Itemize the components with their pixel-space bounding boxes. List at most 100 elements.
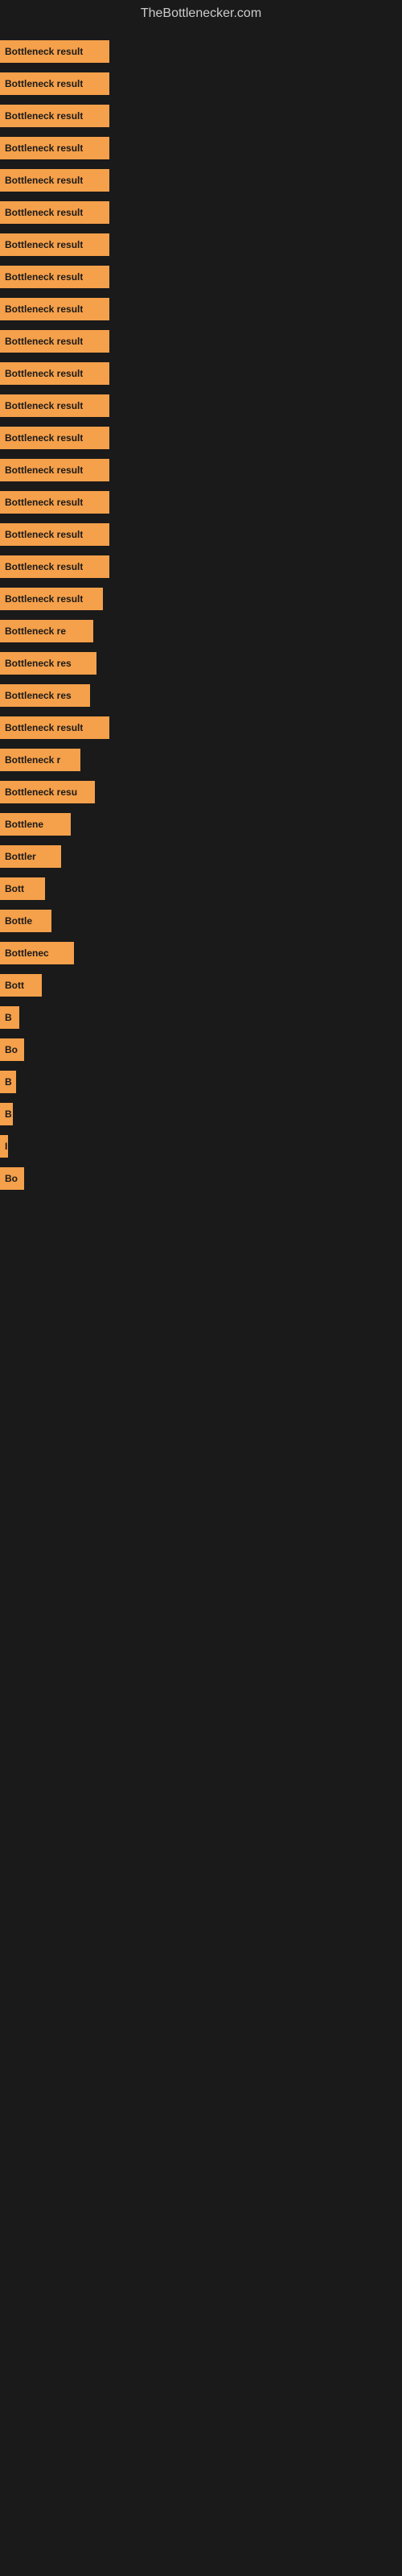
bottleneck-bar: Bottlene (0, 813, 71, 836)
bottleneck-bar: Bott (0, 877, 45, 900)
bottleneck-bar: Bottleneck result (0, 201, 109, 224)
bar-row: Bottleneck result (0, 551, 402, 583)
bar-row: Bottleneck result (0, 164, 402, 196)
bar-label: Bottleneck r (5, 754, 60, 766)
bar-label: I (5, 1141, 7, 1152)
bar-row: Bottleneck result (0, 325, 402, 357)
bottleneck-bar: Bottleneck result (0, 72, 109, 95)
bar-row: I (0, 1130, 402, 1162)
bar-row: Bottleneck result (0, 518, 402, 551)
bar-row: Bottleneck resu (0, 776, 402, 808)
bar-label: Bottleneck result (5, 239, 83, 250)
bottleneck-bar: Bottleneck result (0, 459, 109, 481)
bottleneck-bar: Bottleneck res (0, 684, 90, 707)
bar-row: Bottleneck res (0, 647, 402, 679)
bar-label: B (5, 1108, 12, 1120)
bottleneck-bar: Bott (0, 974, 42, 997)
bar-row: Bottleneck result (0, 486, 402, 518)
bar-row: Bottleneck result (0, 390, 402, 422)
bar-row: Bottleneck result (0, 422, 402, 454)
bar-row: Bottler (0, 840, 402, 873)
bar-row: Bottleneck result (0, 229, 402, 261)
bar-row: Bottlene (0, 808, 402, 840)
bottleneck-bar: Bottleneck resu (0, 781, 95, 803)
bar-row: B (0, 1066, 402, 1098)
bottleneck-bar: Bottleneck result (0, 40, 109, 63)
bars-container: Bottleneck result Bottleneck result Bottle… (0, 27, 402, 1203)
bar-label: Bottleneck result (5, 497, 83, 508)
bottleneck-bar: Bottleneck result (0, 491, 109, 514)
bar-label: Bottlene (5, 819, 43, 830)
bar-label: Bottleneck result (5, 271, 83, 283)
bar-label: Bott (5, 883, 24, 894)
bar-label: Bottleneck result (5, 303, 83, 315)
bottleneck-bar: B (0, 1071, 16, 1093)
bottleneck-bar: Bottleneck result (0, 427, 109, 449)
bar-row: Bo (0, 1162, 402, 1195)
bar-label: Bottle (5, 915, 32, 927)
bar-label: Bottleneck res (5, 690, 72, 701)
site-title: TheBottlenecker.com (0, 0, 402, 27)
bottleneck-bar: Bottle (0, 910, 51, 932)
bar-row: Bottleneck result (0, 293, 402, 325)
bar-row: Bottleneck result (0, 712, 402, 744)
bottleneck-bar: Bottlenec (0, 942, 74, 964)
bar-label: Bottleneck result (5, 110, 83, 122)
bar-row: Bo (0, 1034, 402, 1066)
bottleneck-bar: Bo (0, 1167, 24, 1190)
bottleneck-bar: Bottleneck re (0, 620, 93, 642)
bar-label: B (5, 1076, 12, 1088)
bar-row: Bott (0, 873, 402, 905)
bar-row: B (0, 1001, 402, 1034)
bar-label: Bottleneck result (5, 46, 83, 57)
bar-label: Bottleneck result (5, 142, 83, 154)
bar-row: Bottleneck re (0, 615, 402, 647)
bottleneck-bar: Bottleneck result (0, 298, 109, 320)
bar-label: Bottleneck result (5, 561, 83, 572)
bar-label: Bottleneck result (5, 175, 83, 186)
bar-label: Bottleneck result (5, 78, 83, 89)
bar-row: Bottleneck result (0, 68, 402, 100)
bar-row: Bottleneck res (0, 679, 402, 712)
bar-label: Bottleneck resu (5, 786, 77, 798)
bar-row: Bottleneck result (0, 35, 402, 68)
bottleneck-bar: I (0, 1135, 8, 1158)
bar-label: Bottleneck result (5, 529, 83, 540)
bar-label: Bottleneck result (5, 432, 83, 444)
bottleneck-bar: Bottleneck result (0, 233, 109, 256)
bar-label: Bottleneck res (5, 658, 72, 669)
bar-label: Bott (5, 980, 24, 991)
bar-label: Bottleneck result (5, 400, 83, 411)
bottleneck-bar: Bottleneck r (0, 749, 80, 771)
bottleneck-bar: Bottleneck result (0, 266, 109, 288)
bar-row: Bott (0, 969, 402, 1001)
bar-label: Bottleneck result (5, 464, 83, 476)
bar-label: B (5, 1012, 12, 1023)
bar-row: Bottleneck r (0, 744, 402, 776)
bottleneck-bar: Bottleneck result (0, 105, 109, 127)
bar-row: Bottleneck result (0, 132, 402, 164)
bottleneck-bar: Bottleneck result (0, 394, 109, 417)
bottleneck-bar: Bottleneck result (0, 588, 103, 610)
bar-label: Bottleneck re (5, 625, 66, 637)
bar-row: Bottleneck result (0, 454, 402, 486)
bar-label: Bottlenec (5, 947, 49, 959)
bar-label: Bottler (5, 851, 36, 862)
bar-row: Bottleneck result (0, 357, 402, 390)
bar-row: Bottleneck result (0, 196, 402, 229)
bar-row: Bottleneck result (0, 100, 402, 132)
bar-label: Bottleneck result (5, 207, 83, 218)
bottleneck-bar: Bottleneck result (0, 169, 109, 192)
bar-row: Bottle (0, 905, 402, 937)
bottleneck-bar: B (0, 1103, 13, 1125)
bar-label: Bottleneck result (5, 722, 83, 733)
bottleneck-bar: Bottler (0, 845, 61, 868)
bottleneck-bar: Bottleneck result (0, 523, 109, 546)
bottleneck-bar: Bottleneck res (0, 652, 96, 675)
bar-label: Bo (5, 1173, 18, 1184)
bottleneck-bar: Bo (0, 1038, 24, 1061)
bar-label: Bottleneck result (5, 336, 83, 347)
bottleneck-bar: Bottleneck result (0, 362, 109, 385)
bottleneck-bar: Bottleneck result (0, 330, 109, 353)
bar-label: Bottleneck result (5, 593, 83, 605)
